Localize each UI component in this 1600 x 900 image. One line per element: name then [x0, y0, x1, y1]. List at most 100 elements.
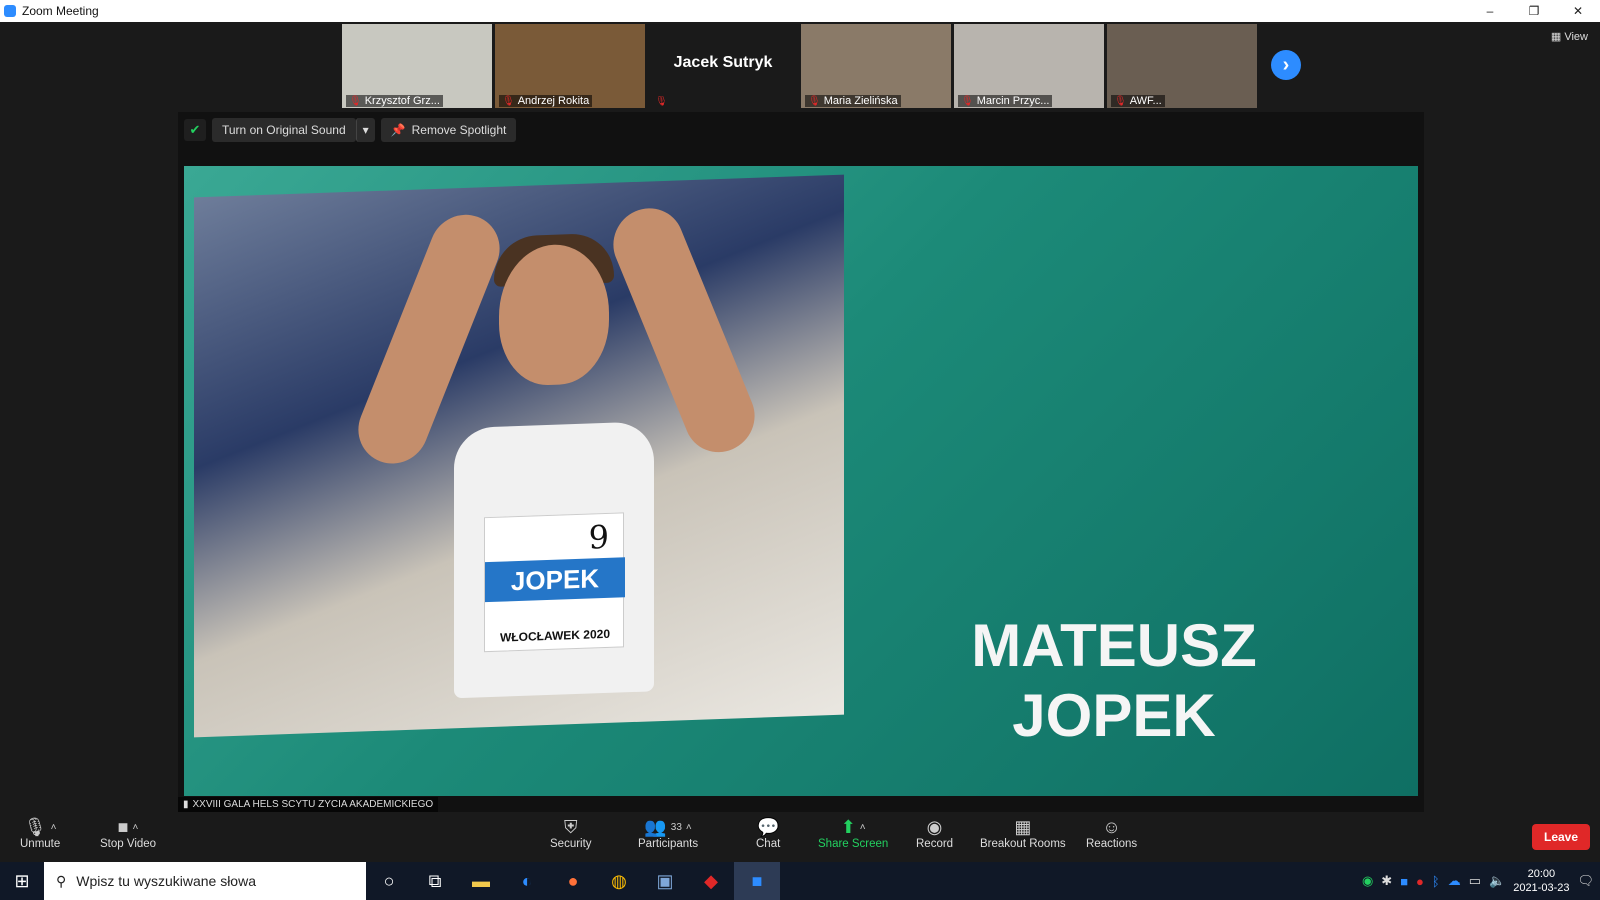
volume-icon[interactable]: 🔈: [1489, 873, 1505, 889]
participant-name: Maria Zielińska: [823, 95, 898, 107]
notifications-icon[interactable]: 🗨: [1577, 873, 1594, 889]
breakout-rooms-label: Breakout Rooms: [980, 838, 1066, 850]
chevron-down-icon[interactable]: ▾: [355, 118, 375, 142]
firefox-icon[interactable]: ●: [550, 862, 596, 900]
security-button[interactable]: ⛨ Security: [550, 816, 592, 851]
bib-name: JOPEK: [485, 557, 625, 603]
app-icon[interactable]: ◆: [688, 862, 734, 900]
signal-bars-icon: ▮: [183, 799, 189, 810]
muted-mic-icon: 🎙: [349, 95, 362, 107]
breakout-rooms-button[interactable]: ▦ Breakout Rooms: [980, 816, 1066, 851]
restore-button[interactable]: ❐: [1512, 0, 1556, 22]
participant-strip: 🎙 Krzysztof Grz... 🎙 Andrzej Rokita Jacek …: [342, 24, 1257, 108]
unmute-label: Unmute: [20, 838, 61, 850]
encryption-shield-icon[interactable]: ✔: [184, 119, 206, 141]
chat-label: Chat: [756, 838, 781, 850]
muted-mic-icon: 🎙: [1114, 95, 1127, 107]
next-page-icon[interactable]: ›: [1271, 50, 1301, 80]
network-icon[interactable]: ▭: [1469, 873, 1481, 889]
record-button[interactable]: ◉ Record: [916, 816, 954, 851]
participant-name: Andrzej Rokita: [517, 95, 590, 107]
search-icon: ⚲: [56, 872, 67, 889]
chevron-up-icon[interactable]: ˄: [133, 822, 139, 833]
athlete-caption: MATEUSZ JOPEK: [954, 611, 1274, 751]
file-explorer-icon[interactable]: ▬: [458, 862, 504, 900]
record-label: Record: [916, 838, 954, 850]
race-bib: 9 JOPEK WŁOCŁAWEK 2020: [484, 512, 625, 653]
participant-thumbnail[interactable]: 🎙 Krzysztof Grz...: [342, 24, 492, 108]
window-title: Zoom Meeting: [22, 4, 99, 18]
smiley-icon: ☺: [1102, 816, 1121, 837]
participants-icon: 👥 33 ˄: [644, 816, 692, 837]
tray-app-icon[interactable]: ■: [1400, 874, 1408, 889]
security-label: Security: [550, 838, 592, 850]
meeting-stage: 🎙 Krzysztof Grz... 🎙 Andrzej Rokita Jacek …: [0, 22, 1600, 812]
window-titlebar: Zoom Meeting – ❐ ✕: [0, 0, 1600, 22]
athlete-arm: [602, 197, 766, 464]
record-icon: ◉: [926, 816, 943, 837]
shield-icon: ⛨: [564, 816, 578, 837]
zoom-app-icon: [4, 5, 16, 17]
participant-thumbnail[interactable]: 🎙 Maria Zielińska: [801, 24, 951, 108]
zoom-taskbar-icon[interactable]: ■: [734, 862, 780, 900]
edge-icon[interactable]: ◐: [504, 862, 550, 900]
participant-name: Krzysztof Grz...: [364, 95, 440, 107]
taskbar-search[interactable]: ⚲ Wpisz tu wyszukiwane słowa: [44, 862, 366, 900]
stop-video-label: Stop Video: [100, 838, 157, 850]
chat-icon: 💬: [756, 816, 780, 837]
leave-button[interactable]: Leave: [1532, 824, 1590, 850]
shared-video-frame: 9 JOPEK WŁOCŁAWEK 2020 MATEUSZ JOPEK: [184, 166, 1418, 796]
clock[interactable]: 20:00 2021-03-23: [1513, 867, 1569, 895]
tray-app-icon[interactable]: ●: [1416, 874, 1424, 889]
athlete-photo: 9 JOPEK WŁOCŁAWEK 2020: [194, 174, 844, 738]
chevron-up-icon[interactable]: ˄: [51, 822, 57, 833]
participants-button[interactable]: 👥 33 ˄ Participants: [638, 816, 698, 851]
caption-last-name: JOPEK: [1012, 682, 1216, 749]
chevron-up-icon[interactable]: ˄: [860, 822, 866, 833]
participant-name-tag: 🎙: [652, 96, 671, 107]
window-controls: – ❐ ✕: [1468, 0, 1600, 22]
stop-video-button[interactable]: ■ ˄ Stop Video: [100, 816, 157, 851]
bib-city: WŁOCŁAWEK 2020: [499, 626, 610, 645]
unmute-button[interactable]: 🎙 ˄ Unmute: [20, 816, 61, 851]
share-screen-button[interactable]: ⬆ ˄ Share Screen: [818, 816, 888, 851]
onedrive-icon[interactable]: ☁: [1448, 873, 1461, 889]
cortana-icon[interactable]: ○: [366, 862, 412, 900]
chevron-up-icon[interactable]: ˄: [686, 822, 692, 833]
participant-name: AWF...: [1129, 95, 1162, 107]
search-placeholder: Wpisz tu wyszukiwane słowa: [76, 873, 256, 889]
muted-mic-icon: 🎙: [655, 96, 668, 107]
participant-thumbnail[interactable]: Jacek Sutryk 🎙: [648, 24, 798, 108]
close-button[interactable]: ✕: [1556, 0, 1600, 22]
muted-mic-icon: 🎙: [808, 95, 821, 107]
remove-spotlight-button[interactable]: 📌 Remove Spotlight: [380, 118, 517, 142]
muted-mic-icon: 🎙 ˄: [23, 816, 57, 837]
task-view-icon[interactable]: ⧉: [412, 862, 458, 900]
camera-icon: ■ ˄: [117, 816, 139, 837]
bluetooth-icon[interactable]: ᛒ: [1432, 874, 1440, 889]
tray-app-icon[interactable]: ✱: [1381, 873, 1392, 889]
participant-name-tag: 🎙 Andrzej Rokita: [499, 95, 593, 107]
chrome-icon[interactable]: ◍: [596, 862, 642, 900]
breakout-rooms-icon: ▦: [1014, 816, 1032, 837]
participant-name-tag: 🎙 Krzysztof Grz...: [346, 95, 443, 107]
spotlight-video: ✔ Turn on Original Sound ▾ 📌 Remove Spotl…: [178, 112, 1424, 812]
minimize-button[interactable]: –: [1468, 0, 1512, 22]
participant-thumbnail[interactable]: 🎙 AWF...: [1107, 24, 1257, 108]
participant-thumbnail[interactable]: 🎙 Andrzej Rokita: [495, 24, 645, 108]
participant-thumbnail[interactable]: 🎙 Marcin Przyc...: [954, 24, 1104, 108]
athlete-head: [499, 242, 609, 387]
windows-start-icon[interactable]: ⊞: [0, 862, 44, 900]
tray-app-icon[interactable]: ◉: [1362, 873, 1373, 889]
muted-mic-icon: 🎙: [961, 95, 974, 107]
participant-name-tag: 🎙 AWF...: [1111, 95, 1165, 107]
view-button[interactable]: ▦ View: [1551, 30, 1588, 43]
original-sound-button[interactable]: Turn on Original Sound: [212, 118, 356, 142]
reactions-button[interactable]: ☺ Reactions: [1086, 816, 1137, 851]
remove-spotlight-label: Remove Spotlight: [411, 123, 507, 137]
pin-icon: 📌: [390, 123, 406, 137]
app-icon[interactable]: ▣: [642, 862, 688, 900]
chat-button[interactable]: 💬 Chat: [756, 816, 781, 851]
muted-mic-icon: 🎙: [502, 95, 515, 107]
clock-date: 2021-03-23: [1513, 882, 1570, 894]
